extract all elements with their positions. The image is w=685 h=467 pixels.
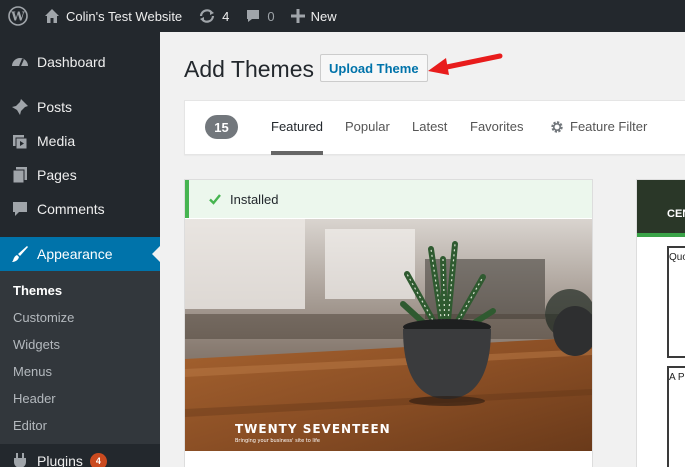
menu-dashboard[interactable]: Dashboard [0,45,160,79]
main-content: Add Themes Upload Theme 15 Featured Popu… [160,32,685,467]
site-name: Colin's Test Website [66,8,183,24]
updates-count: 4 [222,8,230,24]
menu-plugins[interactable]: Plugins 4 [0,444,160,467]
menu-appearance-label: Appearance [37,246,113,262]
installed-label: Installed [230,191,279,207]
new-label: New [310,8,337,24]
menu-posts[interactable]: Posts [0,90,160,124]
pages-icon [10,165,30,185]
screenshot-title: TWENTY SEVENTEEN [235,422,391,436]
feature-filter-label: Feature Filter [570,119,648,134]
submenu-widgets[interactable]: Widgets [0,331,160,358]
wordpress-logo-button[interactable]: W [0,0,36,32]
comment-bubble-icon [245,8,261,24]
submenu-editor[interactable]: Editor [0,412,160,439]
menu-media-label: Media [37,133,76,149]
menu-comments-label: Comments [37,201,105,217]
updates-link[interactable]: 4 [190,0,237,32]
tab-popular[interactable]: Popular [345,119,390,155]
admin-bar: W Colin's Test Website 4 0 New [0,0,685,32]
appearance-submenu: Themes Customize Widgets Menus Header Ed… [0,271,160,444]
comments-count: 0 [267,8,275,24]
plugin-icon [10,451,30,467]
brush-icon [10,244,30,264]
red-arrow-icon [428,53,503,75]
theme-card-partial[interactable]: CEN Quo A P [636,179,685,467]
checkmark-icon [209,193,221,205]
gear-icon [550,120,564,137]
menu-plugins-label: Plugins [37,453,83,467]
menu-posts-label: Posts [37,99,73,115]
new-content-link[interactable]: New [283,0,345,32]
home-icon [44,8,60,24]
theme-card-twenty-seventeen[interactable]: Installed TWENTY SEVENTEEN Bringing your… [184,179,593,467]
comment-icon [10,199,30,219]
menu-comments[interactable]: Comments [0,192,160,226]
page-title: Add Themes [184,56,314,82]
partial-theme-text-2: A P [669,372,685,383]
menu-appearance[interactable]: Appearance [0,237,160,271]
media-icon [10,131,30,151]
menu-pages[interactable]: Pages [0,158,160,192]
dashboard-icon [10,52,30,72]
tab-latest[interactable]: Latest [412,119,447,155]
admin-sidebar: Dashboard Posts Media Pages Comments App… [0,32,160,467]
tab-favorites[interactable]: Favorites [470,119,523,155]
installed-notice: Installed [185,180,592,218]
screenshot-tagline: Bringing your business' site to life [235,438,320,444]
plus-icon [290,9,305,23]
feature-filter-button[interactable]: Feature Filter [550,119,647,155]
submenu-menus[interactable]: Menus [0,358,160,385]
submenu-themes[interactable]: Themes [0,277,160,304]
wordpress-logo-icon: W [8,6,28,26]
comments-link[interactable]: 0 [237,0,282,32]
upload-theme-button[interactable]: Upload Theme [320,54,428,82]
theme-filter-bar: 15 Featured Popular Latest Favorites Fea… [184,100,685,155]
theme-count: 15 [205,115,238,139]
tab-featured[interactable]: Featured [271,119,324,155]
menu-dashboard-label: Dashboard [37,54,106,70]
theme-card-footer [185,451,592,467]
updates-icon [198,8,216,24]
theme-screenshot[interactable]: TWENTY SEVENTEEN Bringing your business'… [185,219,592,451]
menu-pages-label: Pages [37,167,77,183]
site-name-link[interactable]: Colin's Test Website [36,0,190,32]
pushpin-icon [10,97,30,117]
menu-media[interactable]: Media [0,124,160,158]
plugins-update-badge: 4 [89,452,107,467]
submenu-header[interactable]: Header [0,385,160,412]
partial-theme-text-1: Quo [669,252,685,263]
submenu-customize[interactable]: Customize [0,304,160,331]
svg-text:W: W [10,10,25,24]
partial-theme-title: CEN [667,208,685,220]
